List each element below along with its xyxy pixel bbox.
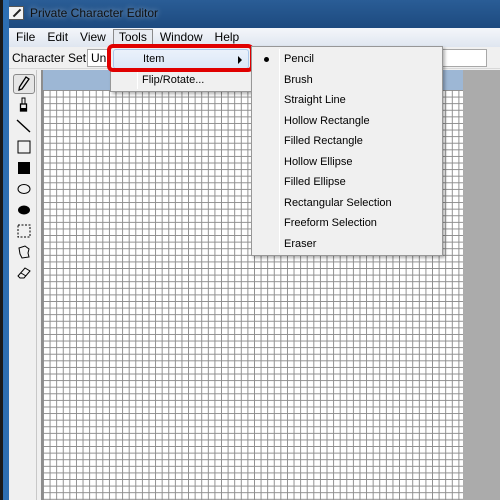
submenu-item-freeform-selection[interactable]: Freeform Selection	[254, 213, 440, 234]
window-border	[0, 0, 9, 500]
submenu-item-label: Pencil	[284, 53, 314, 65]
app-window: Private Character Editor File Edit View …	[0, 0, 500, 500]
menu-edit[interactable]: Edit	[42, 29, 73, 46]
window-title: Private Character Editor	[30, 6, 159, 20]
tool-rectangular-selection[interactable]	[13, 221, 35, 241]
menu-bar: File Edit View Tools Window Help	[9, 28, 500, 47]
submenu-item-label: Hollow Ellipse	[284, 155, 353, 168]
tool-filled-ellipse[interactable]	[13, 200, 35, 220]
submenu-item-label: Straight Line	[284, 94, 346, 106]
annotation-highlight	[107, 44, 254, 72]
title-bar: Private Character Editor	[0, 0, 500, 28]
submenu-item-rectangular-selection[interactable]: Rectangular Selection	[254, 193, 440, 214]
hollow-ellipse-icon	[17, 184, 31, 194]
submenu-item-label: Freeform Selection	[284, 217, 377, 229]
submenu-item-filled-ellipse[interactable]: Filled Ellipse	[254, 172, 440, 193]
item-submenu: Pencil Brush Straight Line Hollow Rectan…	[251, 46, 443, 256]
submenu-item-label: Filled Rectangle	[284, 135, 363, 147]
rect-selection-icon	[17, 224, 31, 238]
freeform-selection-icon	[18, 245, 30, 259]
app-icon	[8, 6, 24, 20]
checked-bullet-icon	[264, 57, 269, 62]
submenu-item-label: Brush	[284, 73, 313, 86]
tool-eraser[interactable]	[13, 263, 35, 283]
submenu-item-pencil[interactable]: Pencil	[254, 49, 440, 70]
line-icon	[16, 119, 31, 133]
submenu-item-label: Eraser	[284, 237, 317, 250]
tool-brush[interactable]	[13, 95, 35, 115]
tool-filled-rectangle[interactable]	[13, 158, 35, 178]
filled-ellipse-icon	[18, 205, 30, 215]
eraser-icon	[17, 267, 31, 279]
tool-straight-line[interactable]	[13, 116, 35, 136]
submenu-item-brush[interactable]: Brush	[254, 70, 440, 91]
menu-view[interactable]: View	[75, 29, 111, 46]
tool-hollow-ellipse[interactable]	[13, 179, 35, 199]
submenu-item-hollow-ellipse[interactable]: Hollow Ellipse	[254, 152, 440, 173]
submenu-item-label: Hollow Rectangle	[284, 114, 370, 127]
tool-hollow-rectangle[interactable]	[13, 137, 35, 157]
menu-item-flip-rotate-label: Flip/Rotate...	[142, 74, 205, 86]
pencil-icon	[18, 76, 30, 91]
menu-item-flip-rotate[interactable]: Flip/Rotate...	[113, 70, 249, 90]
filled-rectangle-icon	[18, 162, 30, 174]
submenu-item-label: Rectangular Selection	[284, 196, 392, 209]
submenu-item-label: Filled Ellipse	[284, 176, 346, 188]
tool-freeform-selection[interactable]	[13, 242, 35, 262]
toolbox	[10, 70, 37, 500]
submenu-item-hollow-rectangle[interactable]: Hollow Rectangle	[254, 111, 440, 132]
character-set-label: Character Set:	[12, 51, 90, 65]
submenu-item-eraser[interactable]: Eraser	[254, 234, 440, 255]
brush-icon	[19, 97, 28, 112]
hollow-rectangle-icon	[17, 140, 31, 154]
menu-file[interactable]: File	[11, 29, 40, 46]
submenu-item-straight-line[interactable]: Straight Line	[254, 90, 440, 111]
tool-pencil[interactable]	[13, 74, 35, 94]
submenu-item-filled-rectangle[interactable]: Filled Rectangle	[254, 131, 440, 152]
